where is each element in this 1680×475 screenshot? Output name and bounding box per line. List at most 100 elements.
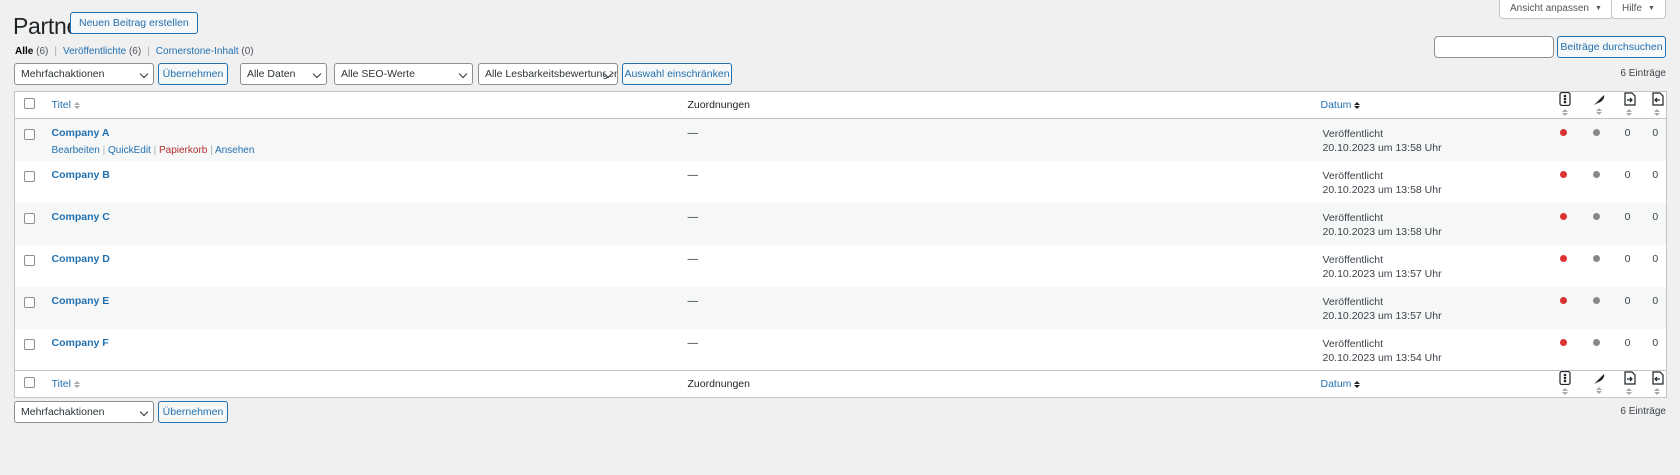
readability-icon — [1593, 373, 1604, 384]
view-link[interactable]: Ansehen — [215, 145, 254, 156]
status-filter-links: Alle (6) | Veröffentlichte (6) | Corners… — [15, 46, 254, 57]
seo-score-dot — [1560, 296, 1567, 304]
date-cell: Veröffentlicht 20.10.2023 um 13:57 Uhr — [1313, 245, 1551, 287]
search-posts-button[interactable]: Beiträge durchsuchen — [1557, 36, 1666, 58]
seo-score-icon — [1558, 371, 1571, 385]
sort-icon — [1354, 380, 1361, 389]
post-date: 20.10.2023 um 13:58 Uhr — [1322, 225, 1442, 238]
post-title-link[interactable]: Company E — [52, 295, 110, 307]
column-incoming-links[interactable] — [1642, 370, 1667, 398]
date-filter-select[interactable]: Alle Daten — [240, 63, 327, 85]
date-cell: Veröffentlicht 20.10.2023 um 13:58 Uhr — [1313, 161, 1551, 203]
readability-cell — [1585, 119, 1615, 161]
edit-link[interactable]: Bearbeiten — [52, 145, 100, 156]
add-new-post-button[interactable]: Neuen Beitrag erstellen — [70, 12, 198, 34]
column-title[interactable]: Titel — [43, 91, 680, 119]
filter-published[interactable]: Veröffentlichte (6) — [63, 46, 141, 57]
column-title[interactable]: Titel — [43, 370, 680, 398]
column-seo-score[interactable] — [1550, 91, 1585, 119]
assignment-cell: — — [687, 168, 699, 181]
select-all-checkbox[interactable] — [24, 377, 35, 388]
title-cell: Company C — [44, 203, 680, 245]
caret-down-icon: ▼ — [1594, 5, 1602, 12]
seo-filter-select[interactable]: Alle SEO-Werte — [334, 63, 473, 85]
column-readability[interactable] — [1584, 370, 1615, 398]
table-row: Company E — Veröffentlicht 20.10.2023 um… — [14, 286, 1667, 329]
column-date[interactable]: Datum — [1312, 91, 1551, 119]
sort-icon — [1653, 387, 1660, 396]
row-checkbox[interactable] — [24, 338, 35, 350]
column-outgoing-links[interactable] — [1614, 370, 1643, 398]
bulk-actions-value: Mehrfachaktionen — [21, 68, 105, 80]
filter-cornerstone[interactable]: Cornerstone-Inhalt (0) — [156, 46, 254, 57]
select-all-cell — [14, 370, 44, 398]
apply-bulk-button-bottom[interactable]: Übernehmen — [158, 401, 228, 423]
trash-link[interactable]: Papierkorb — [159, 145, 207, 156]
chevron-down-icon — [312, 69, 322, 79]
apply-bulk-button[interactable]: Übernehmen — [158, 63, 228, 85]
seo-score-dot — [1560, 212, 1567, 220]
sort-icon — [73, 380, 80, 389]
date-cell: Veröffentlicht 20.10.2023 um 13:58 Uhr — [1313, 119, 1551, 161]
post-status: Veröffentlicht — [1322, 211, 1384, 224]
title-cell: Company F — [44, 329, 680, 371]
row-checkbox[interactable] — [24, 254, 35, 266]
column-incoming-links[interactable] — [1642, 91, 1667, 119]
sort-icon — [1561, 108, 1568, 117]
incoming-links-count: 0 — [1652, 336, 1659, 349]
column-seo-score[interactable] — [1550, 370, 1585, 398]
screen-options-toggle[interactable]: Ansicht anpassen ▼ — [1499, 0, 1613, 19]
post-title-link[interactable]: Company D — [52, 253, 110, 265]
post-title-link[interactable]: Company B — [52, 169, 110, 181]
row-checkbox[interactable] — [24, 170, 35, 182]
filter-submit-button[interactable]: Auswahl einschränken — [622, 63, 732, 85]
post-status: Veröffentlicht — [1322, 128, 1384, 140]
help-toggle[interactable]: Hilfe ▼ — [1611, 0, 1666, 19]
post-date: 20.10.2023 um 13:57 Uhr — [1322, 267, 1442, 280]
seo-score-cell — [1551, 203, 1585, 245]
assignment-cell: — — [687, 294, 699, 307]
assignment-cell: — — [687, 127, 699, 139]
outgoing-links-icon — [1623, 92, 1636, 106]
seo-score-icon — [1558, 92, 1571, 106]
row-checkbox[interactable] — [24, 296, 35, 308]
column-outgoing-links[interactable] — [1614, 91, 1643, 119]
table-row: Company A Bearbeiten | QuickEdit | Papie… — [14, 118, 1667, 161]
column-date[interactable]: Datum — [1312, 370, 1551, 398]
readability-cell — [1585, 161, 1615, 203]
select-all-checkbox[interactable] — [24, 98, 35, 109]
table-row: Company B — Veröffentlicht 20.10.2023 um… — [15, 161, 1667, 203]
sort-icon — [1653, 108, 1660, 117]
column-assignments: Zuordnungen — [679, 370, 1313, 398]
title-cell: Company E — [44, 287, 680, 329]
post-date: 20.10.2023 um 13:54 Uhr — [1322, 351, 1442, 364]
sort-icon — [1595, 386, 1602, 395]
column-readability[interactable] — [1584, 91, 1615, 119]
date-filter-value: Alle Daten — [247, 68, 296, 80]
post-title-link[interactable]: Company A — [52, 127, 110, 139]
row-checkbox-cell — [15, 329, 44, 371]
post-status: Veröffentlicht — [1322, 295, 1384, 308]
row-checkbox[interactable] — [24, 129, 35, 140]
bulk-actions-value: Mehrfachaktionen — [21, 406, 105, 418]
post-title-link[interactable]: Company C — [52, 211, 110, 223]
quickedit-link[interactable]: QuickEdit — [108, 145, 151, 156]
column-assignments: Zuordnungen — [679, 91, 1313, 119]
post-search-input[interactable] — [1434, 36, 1554, 58]
row-checkbox[interactable] — [24, 212, 35, 224]
bulk-actions-select[interactable]: Mehrfachaktionen — [14, 63, 154, 85]
sort-icon — [1561, 387, 1568, 396]
readability-dot — [1593, 170, 1600, 178]
outgoing-links-count: 0 — [1624, 127, 1631, 139]
post-title-link[interactable]: Company F — [52, 337, 109, 349]
title-cell: Company B — [44, 161, 680, 203]
item-count-bottom: 6 Einträge — [1620, 406, 1666, 417]
bulk-actions-select-bottom[interactable]: Mehrfachaktionen — [14, 401, 154, 423]
readability-filter-select[interactable]: Alle Lesbarkeitsbewertungen — [478, 63, 618, 85]
readability-cell — [1585, 245, 1615, 287]
readability-cell — [1585, 203, 1615, 245]
filter-all[interactable]: Alle (6) — [15, 46, 48, 57]
sort-icon — [1595, 107, 1602, 116]
row-actions: Bearbeiten | QuickEdit | Papierkorb | An… — [51, 145, 255, 156]
readability-filter-value: Alle Lesbarkeitsbewertungen — [485, 68, 618, 80]
